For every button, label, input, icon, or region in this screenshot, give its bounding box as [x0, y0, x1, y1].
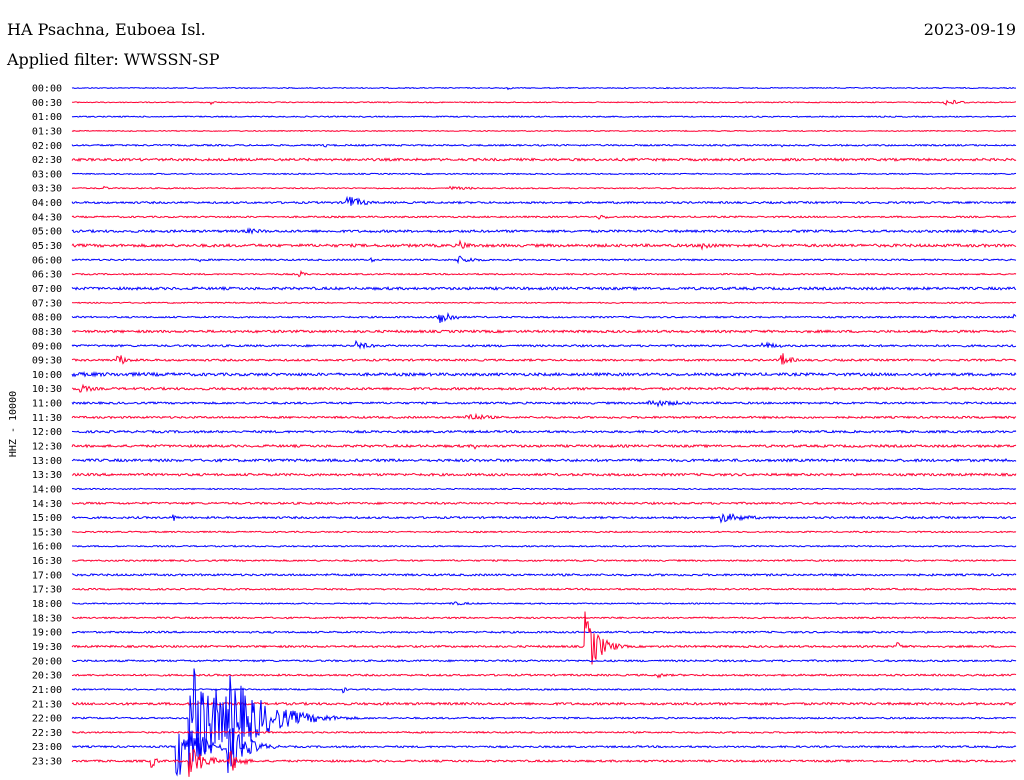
row-time-label: 14:30 [32, 499, 62, 510]
trace-line [71, 301, 1017, 305]
row-time-label: 09:30 [32, 356, 62, 367]
trace-line [71, 157, 1017, 163]
row-time-label: 11:00 [32, 399, 62, 410]
row-time-label: 16:30 [32, 556, 62, 567]
row-time-label: 12:30 [32, 442, 62, 453]
helicorder-chart: 00:00 00:30 01:00 01:30 02:00 02:30 03:00 03:30… [8, 84, 1017, 777]
trace-line [71, 630, 1017, 634]
row-time-label: 05:30 [32, 241, 62, 252]
trace-line [71, 512, 1017, 524]
trace-line [71, 239, 1017, 251]
trace-line [71, 115, 1017, 118]
trace-line [71, 501, 1017, 506]
trace-line [71, 673, 1017, 679]
row-time-label: 07:00 [32, 284, 62, 295]
row-time-label: 21:00 [32, 685, 62, 696]
row-label-group: 00:00 00:30 01:00 01:30 02:00 02:30 03:00 03:30… [32, 84, 62, 768]
trace-line [71, 129, 1017, 133]
trace-line [71, 312, 1017, 323]
row-time-label: 04:00 [32, 198, 62, 209]
trace-line [71, 339, 1017, 350]
trace-line [71, 227, 1017, 235]
trace-line [72, 544, 1017, 548]
row-time-label: 09:00 [32, 341, 62, 352]
row-time-label: 23:00 [32, 742, 62, 753]
trace-line [71, 487, 1017, 491]
trace-line [71, 185, 1017, 191]
row-time-label: 06:30 [32, 270, 62, 281]
row-time-label: 11:30 [32, 413, 62, 424]
row-time-label: 19:00 [32, 628, 62, 639]
trace-line [71, 601, 1017, 606]
row-time-label: 03:30 [32, 184, 62, 195]
row-time-label: 17:00 [32, 570, 62, 581]
row-time-label: 13:00 [32, 456, 62, 467]
row-time-label: 20:30 [32, 671, 62, 682]
trace-group [71, 86, 1017, 777]
row-time-label: 05:00 [32, 227, 62, 238]
trace-line [71, 255, 1017, 265]
trace-line [71, 383, 1017, 393]
row-time-label: 00:00 [32, 84, 62, 95]
trace-line [71, 329, 1017, 334]
row-time-label: 02:30 [32, 155, 62, 166]
row-time-label: 15:30 [32, 527, 62, 538]
row-time-label: 22:00 [32, 714, 62, 725]
row-time-label: 01:30 [32, 126, 62, 137]
trace-line [71, 143, 1017, 148]
trace-line [71, 195, 1017, 206]
trace-line [71, 572, 1017, 577]
trace-line [71, 530, 1017, 534]
trace-line [71, 472, 1017, 478]
row-time-label: 13:30 [32, 470, 62, 481]
row-time-label: 20:00 [32, 656, 62, 667]
trace-line [71, 616, 1017, 620]
trace-line [71, 611, 1017, 665]
trace-line [71, 558, 1017, 563]
row-time-label: 02:00 [32, 141, 62, 152]
trace-line [71, 687, 1017, 694]
row-time-label: 21:30 [32, 699, 62, 710]
trace-line [71, 668, 1017, 770]
row-time-label: 07:30 [32, 298, 62, 309]
trace-line [71, 172, 1017, 176]
trace-line [71, 443, 1017, 450]
row-time-label: 03:00 [32, 169, 62, 180]
trace-line [71, 285, 1017, 292]
trace-line [71, 728, 1017, 777]
row-time-label: 04:30 [32, 212, 62, 223]
trace-line [71, 370, 1017, 378]
row-time-label: 18:00 [32, 599, 62, 610]
trace-line [71, 748, 1017, 777]
trace-line [71, 457, 1017, 463]
row-time-label: 16:00 [32, 542, 62, 553]
row-time-label: 23:30 [32, 757, 62, 768]
row-time-label: 22:30 [32, 728, 62, 739]
row-time-label: 15:00 [32, 513, 62, 524]
row-time-label: 01:00 [32, 112, 62, 123]
trace-line [71, 587, 1017, 591]
row-time-label: 08:00 [32, 313, 62, 324]
trace-line [71, 214, 1017, 220]
trace-line [71, 412, 1017, 420]
trace-line [71, 353, 1017, 365]
trace-line [71, 730, 1017, 735]
row-time-label: 18:30 [32, 613, 62, 624]
row-time-label: 19:30 [32, 642, 62, 653]
trace-line [71, 99, 1016, 106]
row-time-label: 14:00 [32, 484, 62, 495]
row-time-label: 10:30 [32, 384, 62, 395]
y-axis-label: HHZ - 10000 [8, 391, 19, 457]
row-time-label: 12:00 [32, 427, 62, 438]
trace-line [71, 86, 1016, 91]
row-time-label: 10:00 [32, 370, 62, 381]
trace-line [71, 269, 1017, 278]
trace-line [71, 429, 1017, 434]
trace-line [71, 659, 1017, 663]
row-time-label: 08:30 [32, 327, 62, 338]
trace-line [71, 399, 1017, 408]
row-time-label: 00:30 [32, 98, 62, 109]
row-time-label: 06:00 [32, 255, 62, 266]
row-time-label: 17:30 [32, 585, 62, 596]
